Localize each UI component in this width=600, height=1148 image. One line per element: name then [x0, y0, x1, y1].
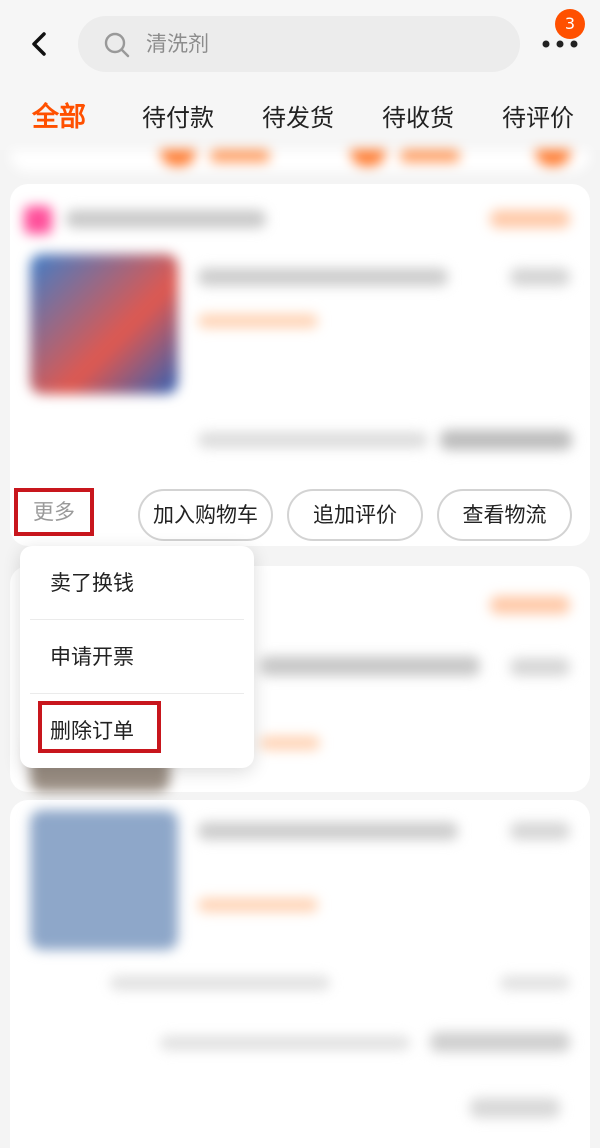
menu-item-sell[interactable]: 卖了换钱	[20, 546, 254, 620]
search-text: 清洗剂	[146, 32, 209, 56]
add-to-cart-button[interactable]: 加入购物车	[138, 489, 273, 541]
menu-item-label: 申请开票	[50, 645, 134, 669]
more-button[interactable]: 更多	[14, 488, 94, 536]
delete-order-highlight	[38, 701, 161, 753]
order-card	[10, 800, 590, 1148]
tab-all[interactable]: 全部	[32, 98, 86, 138]
tab-pending-shipment[interactable]: 待发货	[262, 98, 334, 138]
top-bar: 清洗剂 3	[0, 0, 600, 90]
back-arrow-icon	[32, 32, 46, 56]
search-icon	[104, 32, 130, 58]
product-thumbnail	[30, 254, 178, 394]
tab-pending-review[interactable]: 待评价	[502, 98, 574, 138]
tab-pending-receipt[interactable]: 待收货	[382, 98, 454, 138]
order-tabs: 全部 待付款 待发货 待收货 待评价	[0, 90, 600, 150]
notification-badge: 3	[555, 9, 585, 39]
product-thumbnail	[30, 810, 178, 950]
recommendation-strip	[10, 150, 590, 172]
view-logistics-button[interactable]: 查看物流	[437, 489, 572, 541]
menu-item-request-invoice[interactable]: 申请开票	[20, 620, 254, 694]
tab-pending-payment[interactable]: 待付款	[142, 98, 214, 138]
back-button[interactable]	[22, 26, 58, 62]
add-review-button[interactable]: 追加评价	[287, 489, 423, 541]
more-dots-icon	[542, 40, 578, 48]
search-input[interactable]: 清洗剂	[78, 16, 520, 72]
menu-item-label: 卖了换钱	[50, 571, 134, 595]
